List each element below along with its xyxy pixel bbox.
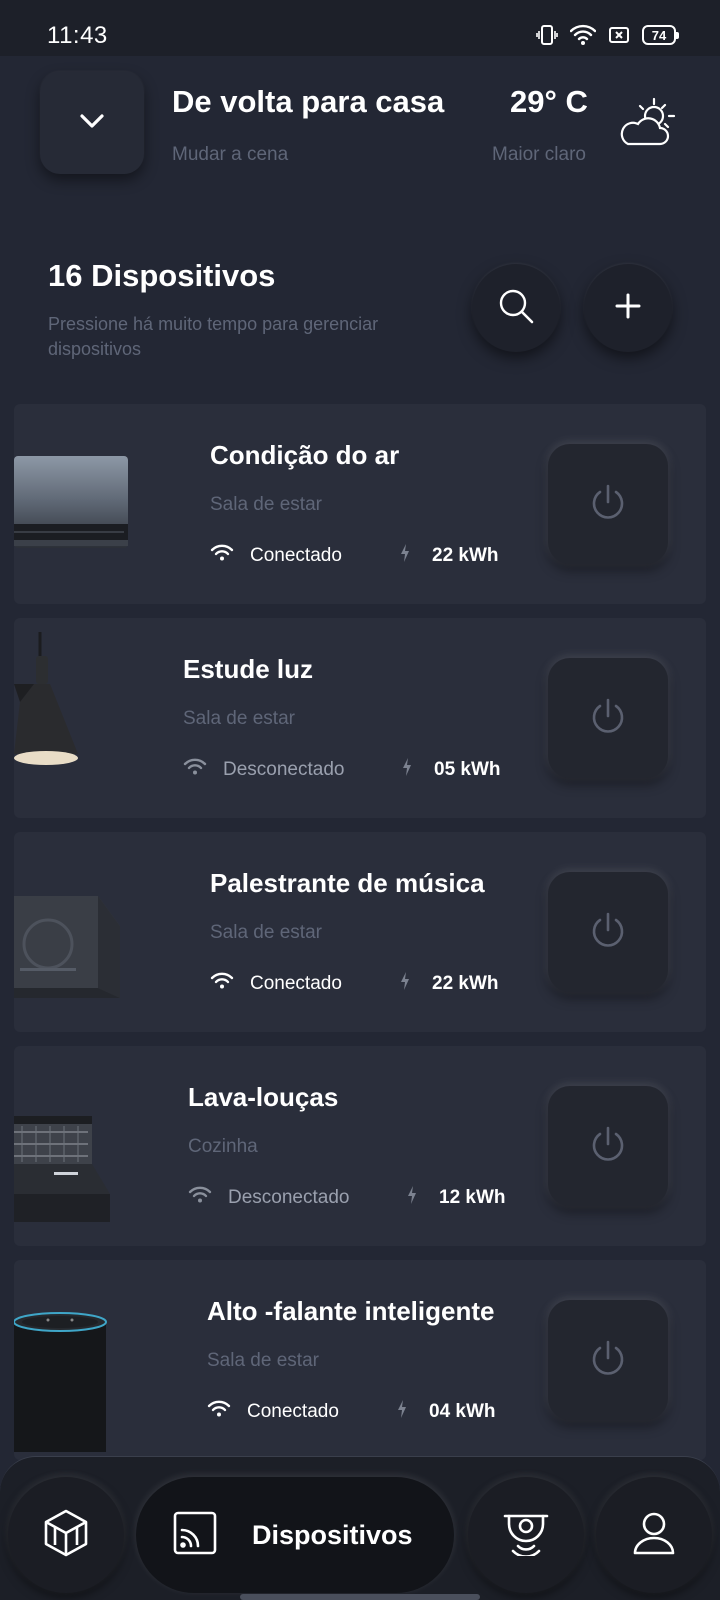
bottom-navigation: Dispositivos	[0, 1456, 720, 1600]
weather-description: Maior claro	[492, 144, 586, 165]
wifi-icon	[207, 1400, 231, 1424]
cast-icon	[172, 1510, 218, 1561]
device-room: Sala de estar	[207, 1350, 319, 1371]
lightning-icon	[407, 1186, 417, 1210]
devices-hint: Pressione há muito tempo para gerenciar …	[48, 314, 379, 359]
power-icon	[588, 910, 628, 955]
wifi-icon	[188, 1186, 212, 1210]
scene-dropdown-button[interactable]	[40, 72, 144, 174]
wifi-icon	[570, 24, 596, 46]
change-scene-link[interactable]: Mudar a cena	[172, 144, 288, 166]
connection-label: Desconectado	[223, 759, 345, 780]
device-name: Palestrante de música	[210, 868, 485, 898]
energy-value: 22 kWh	[432, 973, 499, 994]
wifi-icon	[210, 544, 234, 568]
nav-rooms-button[interactable]	[8, 1477, 124, 1593]
power-button[interactable]	[548, 658, 668, 778]
scene-title: De volta para casa	[172, 84, 445, 119]
nav-profile-button[interactable]	[596, 1477, 712, 1593]
cube-icon	[41, 1508, 91, 1563]
user-icon	[631, 1510, 677, 1561]
energy-value: 12 kWh	[439, 1187, 506, 1208]
device-room: Cozinha	[188, 1136, 258, 1157]
add-device-button[interactable]	[584, 264, 672, 352]
energy-value: 05 kWh	[434, 759, 501, 780]
connection-label: Conectado	[250, 973, 342, 994]
status-time: 11:43	[47, 22, 108, 49]
connection-status: Desconectado	[183, 758, 344, 782]
connection-status: Conectado	[210, 972, 342, 996]
connection-status: Conectado	[210, 544, 342, 568]
device-name: Lava-louças	[188, 1082, 339, 1112]
device-name: Alto -falante inteligente	[207, 1296, 495, 1326]
security-camera-icon	[501, 1510, 551, 1561]
dishwasher-image	[14, 1046, 184, 1246]
device-name: Condição do ar	[210, 440, 400, 470]
power-button[interactable]	[548, 1300, 668, 1420]
partly-cloudy-icon	[618, 96, 678, 157]
music-speaker-image	[14, 832, 184, 1032]
battery-icon: 74	[642, 25, 679, 45]
wifi-icon	[210, 972, 234, 996]
plus-icon	[614, 292, 642, 325]
lamp-image	[14, 618, 184, 818]
home-indicator[interactable]	[240, 1594, 480, 1600]
connection-status: Conectado	[207, 1400, 339, 1424]
search-button[interactable]	[472, 264, 560, 352]
device-room: Sala de estar	[210, 494, 322, 515]
power-icon	[588, 1124, 628, 1169]
nav-devices-label: Dispositivos	[252, 1519, 413, 1550]
connection-label: Desconectado	[228, 1187, 350, 1208]
device-card[interactable]: Lava-louças Cozinha Desconectado 12 kWh	[14, 1046, 706, 1246]
connection-label: Conectado	[247, 1401, 339, 1422]
air-conditioner-image	[14, 404, 184, 604]
energy-usage: 22 kWh	[400, 972, 499, 996]
lightning-icon	[397, 1400, 407, 1424]
device-card[interactable]: Estude luz Sala de estar Desconectado 05…	[14, 618, 706, 818]
device-room: Sala de estar	[210, 922, 322, 943]
smart-speaker-image	[14, 1260, 184, 1460]
device-card[interactable]: Palestrante de música Sala de estar Cone…	[14, 832, 706, 1032]
power-icon	[588, 1338, 628, 1383]
energy-value: 04 kWh	[429, 1401, 496, 1422]
status-icons: 74	[536, 22, 679, 48]
energy-usage: 22 kWh	[400, 544, 499, 568]
vibrate-icon	[536, 24, 558, 46]
nav-camera-button[interactable]	[468, 1477, 584, 1593]
wifi-icon	[183, 758, 207, 782]
power-icon	[588, 696, 628, 741]
power-button[interactable]	[548, 1086, 668, 1206]
energy-usage: 04 kWh	[397, 1400, 496, 1424]
power-button[interactable]	[548, 444, 668, 564]
device-room: Sala de estar	[183, 708, 295, 729]
status-bar: 11:43 74	[0, 0, 720, 56]
devices-count-title: 16 Dispositivos	[48, 258, 276, 293]
connection-status: Desconectado	[188, 1186, 349, 1210]
lightning-icon	[402, 758, 412, 782]
energy-value: 22 kWh	[432, 545, 499, 566]
device-name: Estude luz	[183, 654, 314, 684]
no-sim-icon	[608, 25, 630, 45]
nav-devices-tab[interactable]: Dispositivos	[136, 1477, 454, 1593]
energy-usage: 05 kWh	[402, 758, 501, 782]
energy-usage: 12 kWh	[407, 1186, 506, 1210]
lightning-icon	[400, 972, 410, 996]
power-button[interactable]	[548, 872, 668, 992]
chevron-down-icon	[79, 113, 105, 134]
power-icon	[588, 482, 628, 527]
temperature: 29° C	[510, 84, 588, 119]
connection-label: Conectado	[250, 545, 342, 566]
lightning-icon	[400, 544, 410, 568]
device-card[interactable]: Condição do ar Sala de estar Conectado 2…	[14, 404, 706, 604]
search-icon	[497, 287, 535, 330]
device-card[interactable]: Alto -falante inteligente Sala de estar …	[14, 1260, 706, 1460]
